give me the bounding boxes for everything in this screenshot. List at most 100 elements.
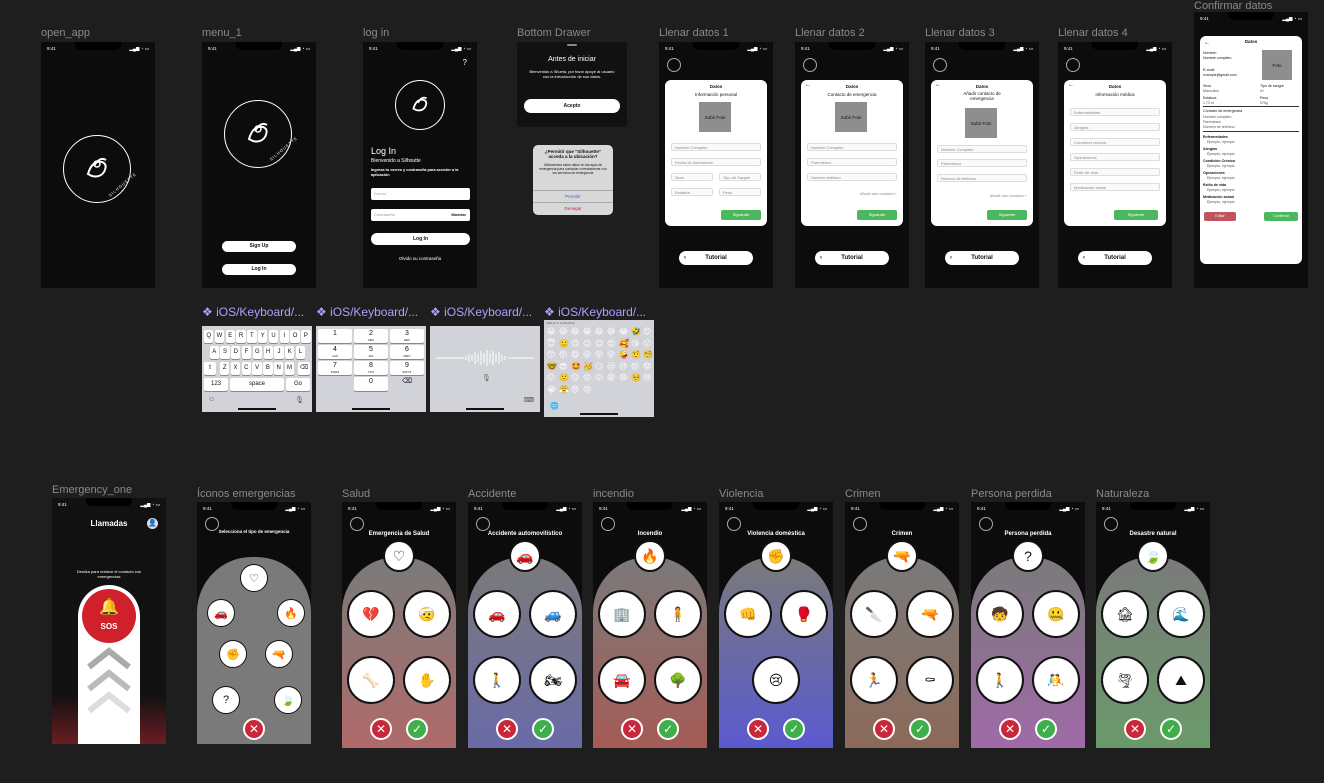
crime-icon[interactable]: 🔫 (265, 640, 293, 668)
space-key[interactable]: space (230, 378, 284, 391)
confirm-button[interactable]: ✓ (1160, 718, 1182, 740)
cancel-button[interactable]: ✕ (873, 718, 895, 740)
missing-person-icon[interactable]: ? (212, 686, 240, 714)
emoji-key[interactable]: 😋 (571, 350, 579, 359)
tutorial-button[interactable]: ‹ Tutorial (815, 251, 889, 265)
key-x[interactable]: X (230, 362, 241, 375)
emoji-key[interactable]: 😔 (631, 362, 639, 371)
next-button[interactable]: Siguiente (857, 210, 897, 220)
knife-icon[interactable]: 🔪 (850, 590, 898, 638)
emoji-key[interactable]: 😞 (619, 362, 627, 371)
globe-icon[interactable]: 🌐 (550, 402, 559, 410)
key-o[interactable]: O (290, 330, 300, 343)
fainting-icon[interactable]: 🤕 (403, 590, 451, 638)
emoji-key[interactable]: 😫 (607, 373, 615, 382)
emoji-key[interactable]: 😡 (583, 385, 591, 394)
backspace-key[interactable]: ⌫ (298, 362, 310, 375)
key-0[interactable]: 0 (354, 377, 388, 391)
key-w[interactable]: W (214, 330, 225, 343)
key-u[interactable]: U (268, 330, 279, 343)
key-t[interactable]: T (247, 330, 257, 343)
drawer-handle[interactable] (567, 44, 577, 46)
key-p[interactable]: P (301, 330, 311, 343)
emoji-key[interactable]: 😩 (619, 373, 627, 382)
cancel-button[interactable]: ✕ (621, 718, 643, 740)
emoji-key[interactable]: 😙 (547, 350, 555, 359)
emoji-key[interactable]: 😜 (607, 350, 615, 359)
cancel-button[interactable]: ✕ (496, 718, 518, 740)
emoji-key[interactable]: 😛 (583, 350, 591, 359)
phone-field[interactable]: Número de teléfono (937, 174, 1027, 182)
key-8[interactable]: 8 TUV (354, 361, 388, 375)
key-4[interactable]: 4 GHI (318, 345, 352, 359)
emoji-key[interactable]: 😇 (547, 339, 555, 348)
key-z[interactable]: Z (220, 362, 230, 375)
domestic-fight-icon[interactable]: 👊 (724, 590, 772, 638)
confirm-button[interactable]: ✓ (783, 718, 805, 740)
confirm-button[interactable]: ✓ (909, 718, 931, 740)
emoji-key[interactable]: 🙁 (559, 373, 569, 382)
confirm-button[interactable]: ✓ (657, 718, 679, 740)
emoji-key[interactable]: 🤓 (547, 362, 557, 371)
lifestyle-field[interactable]: Estilo de vida (1070, 168, 1160, 176)
confirm-button[interactable]: ✓ (1035, 718, 1057, 740)
tornado-icon[interactable]: 🌪 (1101, 656, 1149, 704)
cancel-button[interactable]: ✕ (747, 718, 769, 740)
heart-attack-icon[interactable]: 💔 (347, 590, 395, 638)
flood-icon[interactable]: 🌊 (1157, 590, 1205, 638)
body-icon[interactable]: ⚰ (906, 656, 954, 704)
confirm-button[interactable]: Confirmar (1264, 212, 1298, 221)
key-7[interactable]: 7 PQRS (318, 361, 352, 375)
key-1[interactable]: 1 (318, 329, 352, 343)
tutorial-button[interactable]: ‹ Tutorial (679, 251, 753, 265)
key-c[interactable]: C (241, 362, 251, 375)
emoji-key[interactable]: 🥳 (583, 362, 593, 371)
deny-button[interactable]: Denegar (533, 202, 613, 215)
motorcycle-crash-icon[interactable]: 🏍 (529, 656, 577, 704)
emoji-key[interactable]: 😚 (559, 350, 567, 359)
key-2[interactable]: 2 ABC (354, 329, 388, 343)
birth-date-field[interactable]: Fecha de Nacimiento (671, 158, 761, 166)
tutorial-button[interactable]: ‹ Tutorial (945, 251, 1019, 265)
key-n[interactable]: N (274, 362, 284, 375)
sex-field[interactable]: Sexo (671, 173, 713, 181)
emoji-key[interactable]: 😉 (583, 339, 591, 348)
gun-icon[interactable]: 🔫 (906, 590, 954, 638)
key-a[interactable]: A (209, 346, 219, 359)
health-heart-icon[interactable]: ♡ (240, 564, 268, 592)
key-y[interactable]: Y (258, 330, 268, 343)
shift-key[interactable]: ⇧ (204, 362, 216, 375)
nature-leaf-icon[interactable]: 🍃 (274, 686, 302, 714)
landslide-icon[interactable]: ⛰ (1157, 656, 1205, 704)
key-q[interactable]: Q (204, 330, 214, 343)
microphone-icon[interactable]: 🎙 (482, 374, 491, 382)
emoji-key[interactable]: 😖 (595, 373, 603, 382)
key-l[interactable]: L (295, 346, 306, 359)
fire-icon[interactable]: 🔥 (277, 599, 305, 627)
key-e[interactable]: E (225, 330, 235, 343)
numbers-key[interactable]: 123 (204, 378, 228, 391)
emoji-key[interactable]: 😭 (547, 385, 556, 394)
cancel-button[interactable]: ✕ (370, 718, 392, 740)
upload-photo-button[interactable]: Subir Foto (965, 108, 997, 138)
emoji-key[interactable]: 😂 (619, 327, 628, 336)
emoji-key[interactable]: 🥺 (631, 373, 641, 382)
earthquake-icon[interactable]: 🏚 (1101, 590, 1149, 638)
violence-icon[interactable]: ✊ (219, 640, 247, 668)
emoji-key[interactable]: 😊 (643, 327, 651, 336)
blood-type-field[interactable]: Tipo de Sangre (719, 173, 761, 181)
emoji-key[interactable]: 🤨 (631, 350, 641, 359)
phone-field[interactable]: Número teléfono (807, 173, 897, 181)
emoji-key[interactable]: 😣 (583, 373, 591, 382)
next-button[interactable]: Siguiente (1114, 210, 1158, 220)
emoji-key[interactable]: 😁 (583, 327, 591, 336)
emoji-key[interactable]: 😒 (607, 362, 615, 371)
emoji-key[interactable]: 😍 (607, 339, 615, 348)
key-5[interactable]: 5 JKL (354, 345, 388, 359)
emoji-key[interactable]: 🥰 (619, 339, 629, 348)
overturned-car-icon[interactable]: 🚙 (529, 590, 577, 638)
emoji-key[interactable]: 🙃 (571, 339, 579, 348)
key-d[interactable]: D (231, 346, 241, 359)
key-f[interactable]: F (241, 346, 252, 359)
key-j[interactable]: J (274, 346, 284, 359)
